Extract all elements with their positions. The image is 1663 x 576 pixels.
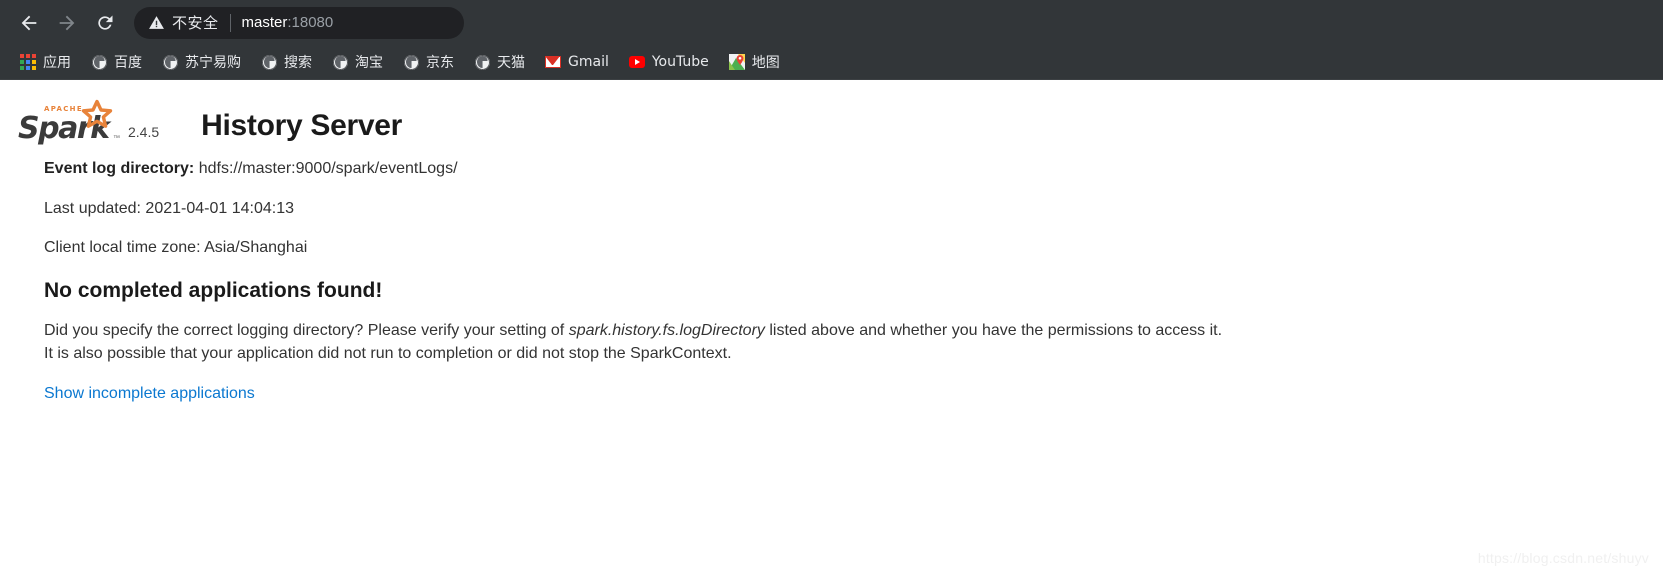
bookmarks-bar: 应用 百度 苏宁易购 搜索 淘宝 京东 天猫 Gmail YouTube 地图 [0, 45, 1663, 80]
bookmark-jd[interactable]: 京东 [395, 49, 462, 75]
explanation-text-part2: listed above and whether you have the pe… [764, 321, 1223, 339]
arrow-left-icon [21, 15, 37, 30]
security-status[interactable]: 不安全 [148, 12, 219, 33]
page-header: Spark APACHE ™ 2.4.5 History Server [0, 80, 1663, 144]
bookmark-label: 地图 [751, 55, 780, 71]
arrow-right-icon [59, 15, 75, 30]
bookmark-label: 天猫 [497, 55, 525, 71]
apache-label: APACHE [44, 105, 83, 113]
gmail-envelope-icon [545, 54, 561, 70]
bookmark-taobao[interactable]: 淘宝 [324, 49, 391, 75]
spark-version: 2.4.5 [128, 124, 160, 140]
globe-icon [332, 54, 348, 70]
blog-watermark: https://blog.csdn.net/shuyv [1477, 550, 1649, 566]
bookmark-tmall[interactable]: 天猫 [466, 49, 533, 75]
spark-history-server-page: Spark APACHE ™ 2.4.5 History Server Even… [0, 80, 1663, 576]
bookmark-maps[interactable]: 地图 [721, 49, 788, 75]
forward-button[interactable] [48, 4, 86, 42]
omnibox-divider [229, 13, 231, 32]
bookmark-search[interactable]: 搜索 [253, 49, 320, 75]
page-content: Event log directory: hdfs://master:9000/… [0, 144, 1663, 403]
explanation-paragraph: Did you specify the correct logging dire… [44, 319, 1663, 365]
time-zone-row: Client local time zone: Asia/Shanghai [44, 239, 308, 257]
browser-toolbar: 不安全 master:18080 [0, 0, 1663, 45]
reload-icon [98, 15, 113, 30]
browser-chrome: 不安全 master:18080 应用 百度 苏宁易购 搜索 淘宝 京东 天猫 … [0, 0, 1663, 80]
spark-config-key: spark.history.fs.logDirectory [568, 321, 765, 339]
bookmark-label: 搜索 [284, 55, 312, 71]
spark-star-icon [81, 99, 113, 128]
globe-icon [162, 54, 178, 70]
google-maps-pin-icon [728, 54, 745, 70]
apps-grid-icon [20, 54, 36, 70]
bookmark-label: 苏宁易购 [185, 55, 241, 71]
url-text: master:18080 [242, 14, 334, 31]
show-incomplete-applications-link[interactable]: Show incomplete applications [44, 385, 255, 402]
bookmark-label: 淘宝 [355, 55, 383, 71]
bookmark-baidu[interactable]: 百度 [83, 49, 150, 75]
globe-icon [403, 54, 419, 70]
explanation-text-line2: It is also possible that your applicatio… [44, 344, 732, 362]
event-log-directory-label: Event log directory: [44, 160, 195, 177]
bookmark-gmail[interactable]: Gmail [537, 49, 617, 75]
bookmark-label: Gmail [568, 54, 609, 70]
reload-button[interactable] [86, 4, 124, 42]
address-bar[interactable]: 不安全 master:18080 [134, 6, 464, 39]
bookmark-label: 京东 [426, 55, 454, 71]
bookmark-label: YouTube [651, 54, 709, 70]
no-applications-heading: No completed applications found! [44, 278, 383, 302]
warning-triangle-icon [149, 16, 164, 29]
back-button[interactable] [10, 4, 48, 42]
globe-icon [261, 54, 277, 70]
bookmark-suning[interactable]: 苏宁易购 [154, 49, 249, 75]
event-log-directory-value: hdfs://master:9000/spark/eventLogs/ [198, 160, 458, 177]
youtube-play-icon [628, 54, 645, 70]
apache-spark-logo: Spark APACHE ™ [18, 99, 120, 144]
bookmark-youtube[interactable]: YouTube [621, 49, 717, 75]
bookmark-label: 应用 [43, 55, 71, 71]
security-label: 不安全 [172, 14, 219, 32]
url-port: :18080 [287, 14, 334, 31]
bookmark-label: 百度 [114, 55, 142, 71]
bookmark-apps[interactable]: 应用 [12, 49, 79, 75]
globe-icon [474, 54, 490, 70]
trademark-symbol: ™ [113, 135, 120, 142]
last-updated-row: Last updated: 2021-04-01 14:04:13 [44, 199, 294, 217]
page-title: History Server [201, 109, 403, 142]
explanation-text-part1: Did you specify the correct logging dire… [44, 321, 569, 339]
event-log-directory-row: Event log directory: hdfs://master:9000/… [44, 160, 1663, 178]
globe-icon [91, 54, 107, 70]
url-host: master [241, 14, 288, 31]
